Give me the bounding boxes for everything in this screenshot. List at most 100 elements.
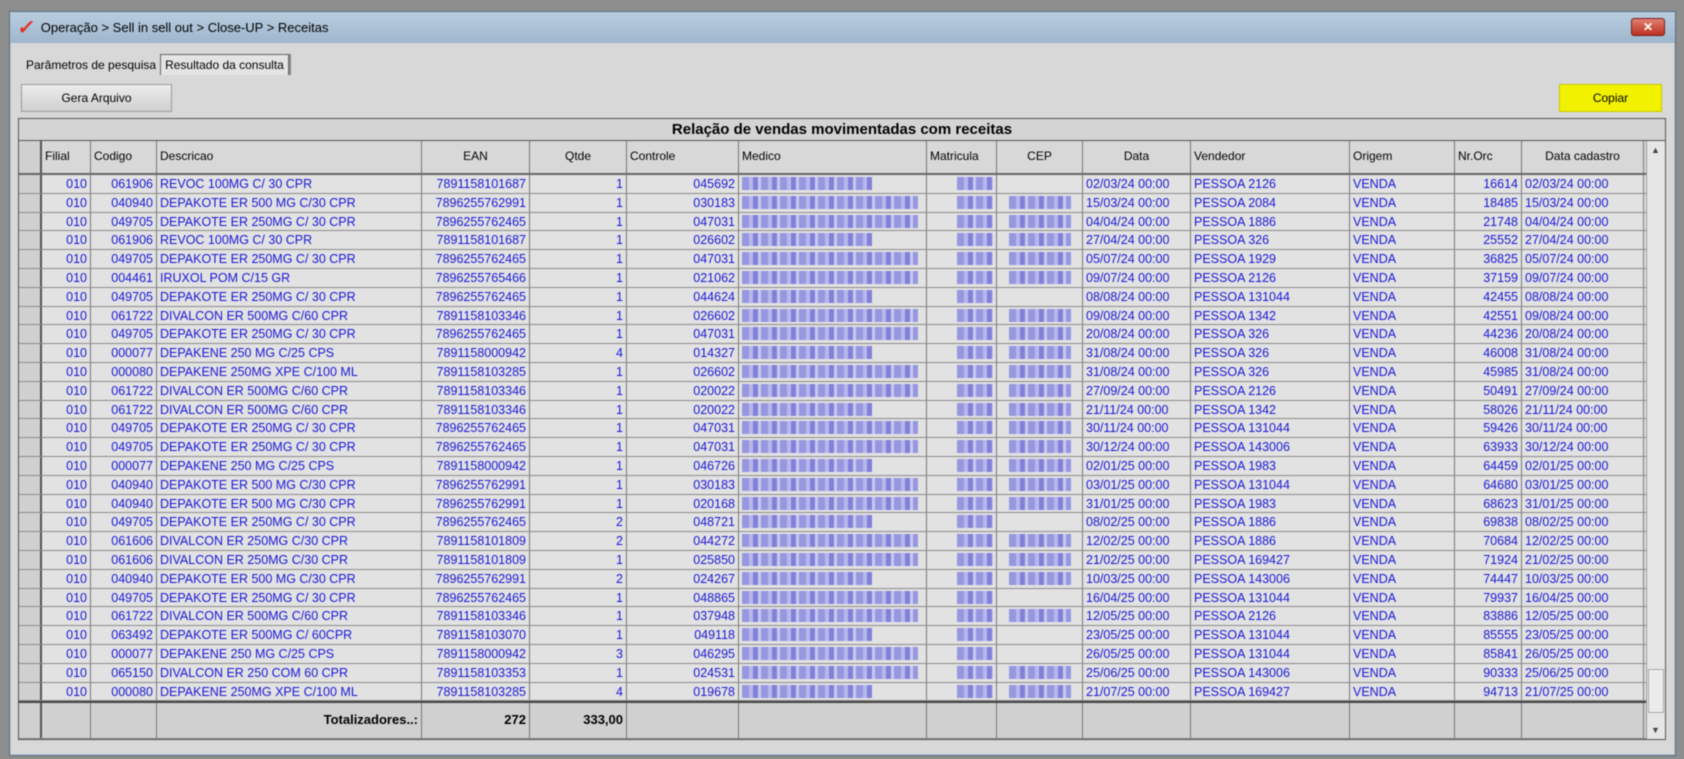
controle-cell: 030183 [627,475,739,494]
table-row[interactable]: 010 065150 DIVALCON ER 250 COM 60 CPR 78911… [19,663,1665,683]
matricula-cell-redacted [927,175,997,193]
row-indicator[interactable] [19,381,42,400]
table-row[interactable]: 010 061722 DIVALCON ER 500MG C/60 CPR 78911… [19,381,1665,401]
table-row[interactable]: 010 049705 DEPAKOTE ER 250MG C/ 30 CPR 7896… [19,250,1665,269]
table-row[interactable]: 010 040940 DEPAKOTE ER 500 MG C/30 CPR 7896… [19,193,1665,213]
column-header-descricao[interactable]: Descricao [157,141,422,173]
row-indicator[interactable] [19,513,42,532]
redacted-block [957,252,993,266]
row-indicator[interactable] [19,231,42,250]
row-indicator[interactable] [19,306,42,325]
row-indicator[interactable] [19,268,42,287]
column-header-filial[interactable]: Filial [42,141,91,173]
controle-cell: 021062 [627,268,739,287]
data-cadastro-cell: 08/08/24 00:00 [1522,287,1644,306]
column-header-cep[interactable]: CEP [997,141,1083,173]
row-indicator[interactable] [19,494,42,513]
qtde-cell: 2 [530,532,627,550]
table-row[interactable]: 010 049705 DEPAKOTE ER 250MG C/ 30 CPR 7896… [19,287,1665,307]
nr-orc-cell: 90333 [1455,663,1522,682]
table-row[interactable]: 010 061606 DIVALCON ER 250MG C/30 CPR 78911… [19,550,1665,570]
table-row[interactable]: 010 061606 DIVALCON ER 250MG C/30 CPR 78911… [19,532,1665,551]
medico-cell-redacted [739,513,927,532]
column-header-origem[interactable]: Origem [1350,141,1455,173]
tab-parametros-pesquisa[interactable]: Parâmetros de pesquisa [22,55,160,75]
table-row[interactable]: 010 061722 DIVALCON ER 500MG C/60 CPR 78911… [19,306,1665,326]
row-indicator[interactable] [19,588,42,607]
table-row[interactable]: 010 000080 DEPAKENE 250MG XPE C/100 ML 7891… [19,362,1665,382]
data-cadastro-cell: 25/06/25 00:00 [1522,663,1644,682]
table-row[interactable]: 010 061722 DIVALCON ER 500MG C/60 CPR 78911… [19,400,1665,420]
row-indicator[interactable] [19,362,42,381]
redacted-block [742,477,918,491]
row-indicator[interactable] [19,438,42,456]
table-row[interactable]: 010 000077 DEPAKENE 250 MG C/25 CPS 7891158… [19,456,1665,476]
column-header-ean[interactable]: EAN [422,141,530,173]
table-row[interactable]: 010 000077 DEPAKENE 250 MG C/25 CPS 7891158… [19,344,1665,363]
row-indicator[interactable] [19,569,42,588]
row-indicator[interactable] [19,250,42,268]
tab-resultado-consulta[interactable]: Resultado da consulta [160,54,289,75]
column-header-data-cadastro[interactable]: Data cadastro [1522,141,1644,173]
copiar-button[interactable]: Copiar [1559,84,1662,112]
row-indicator[interactable] [19,532,42,550]
row-indicator[interactable] [19,212,42,231]
codigo-cell: 065150 [91,663,157,682]
scroll-up-icon[interactable]: ▲ [1651,145,1660,155]
table-row[interactable]: 010 061906 REVOC 100MG C/ 30 CPR 7891158101… [19,231,1665,251]
row-indicator[interactable] [19,644,42,663]
row-indicator[interactable] [19,287,42,306]
row-indicator[interactable] [19,550,42,569]
footer-cell [627,703,739,739]
table-row[interactable]: 010 000080 DEPAKENE 250MG XPE C/100 ML 7891… [19,682,1665,702]
controle-cell: 048865 [627,588,739,607]
column-header-qtde[interactable]: Qtde [530,141,627,173]
table-row[interactable]: 010 061906 REVOC 100MG C/ 30 CPR 7891158101… [19,175,1665,194]
gera-arquivo-button[interactable]: Gera Arquivo [21,84,172,112]
table-row[interactable]: 010 049705 DEPAKOTE ER 250MG C/ 30 CPR 7896… [19,212,1665,232]
column-header-codigo[interactable]: Codigo [91,141,157,173]
scroll-thumb[interactable] [1648,669,1664,713]
row-indicator[interactable] [19,475,42,494]
column-header-medico[interactable]: Medico [739,141,927,173]
row-indicator[interactable] [19,419,42,438]
row-indicator[interactable] [19,682,42,701]
column-header-nr-orc[interactable]: Nr.Orc [1455,141,1522,173]
row-indicator[interactable] [19,193,42,212]
column-header-vendedor[interactable]: Vendedor [1191,141,1350,173]
origem-cell: VENDA [1350,381,1455,400]
row-indicator[interactable] [19,400,42,419]
qtde-cell: 1 [530,607,627,626]
redacted-block [957,214,993,228]
vendedor-cell: PESSOA 2126 [1191,268,1350,287]
redacted-block [742,515,873,529]
row-indicator[interactable] [19,175,42,193]
column-header-matricula[interactable]: Matricula [927,141,997,173]
table-row[interactable]: 010 040940 DEPAKOTE ER 500 MG C/30 CPR 7896… [19,494,1665,514]
table-row[interactable]: 010 000077 DEPAKENE 250 MG C/25 CPS 7891158… [19,644,1665,664]
table-row[interactable]: 010 049705 DEPAKOTE ER 250MG C/ 30 CPR 7896… [19,419,1665,439]
table-row[interactable]: 010 040940 DEPAKOTE ER 500 MG C/30 CPR 7896… [19,475,1665,495]
filial-cell: 010 [42,381,91,400]
row-indicator[interactable] [19,663,42,682]
row-indicator[interactable] [19,344,42,362]
vertical-scrollbar[interactable]: ▲ ▼ [1646,141,1665,739]
row-indicator[interactable] [19,456,42,475]
medico-cell-redacted [739,588,927,607]
redacted-block [742,214,918,228]
column-header-data[interactable]: Data [1083,141,1191,173]
table-row[interactable]: 010 049705 DEPAKOTE ER 250MG C/ 30 CPR 7896… [19,513,1665,533]
table-row[interactable]: 010 063492 DEPAKOTE ER 500MG C/ 60CPR 78911… [19,626,1665,645]
close-button[interactable]: ✕ [1631,18,1665,36]
table-row[interactable]: 010 049705 DEPAKOTE ER 250MG C/ 30 CPR 7896… [19,438,1665,457]
table-row[interactable]: 010 061722 DIVALCON ER 500MG C/60 CPR 78911… [19,607,1665,627]
scroll-down-icon[interactable]: ▼ [1651,725,1660,735]
column-header-controle[interactable]: Controle [627,141,739,173]
row-indicator[interactable] [19,325,42,344]
table-row[interactable]: 010 004461 IRUXOL POM C/15 GR 7896255765466… [19,268,1665,288]
table-row[interactable]: 010 049705 DEPAKOTE ER 250MG C/ 30 CPR 7896… [19,588,1665,608]
table-row[interactable]: 010 049705 DEPAKOTE ER 250MG C/ 30 CPR 7896… [19,325,1665,345]
row-indicator[interactable] [19,607,42,626]
row-indicator[interactable] [19,626,42,644]
table-row[interactable]: 010 040940 DEPAKOTE ER 500 MG C/30 CPR 7896… [19,569,1665,589]
